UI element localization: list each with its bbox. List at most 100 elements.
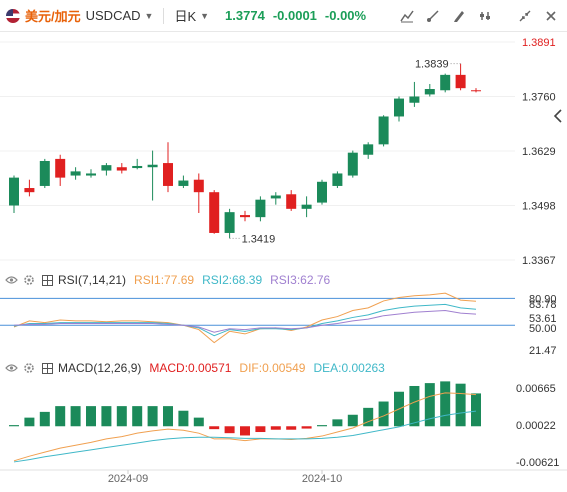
rsi1-line [13, 292, 477, 344]
candle-body [163, 163, 173, 186]
macd-chart[interactable]: 0.00665 0.00022 -0.00621 2024-09 2024-10 [0, 378, 567, 492]
close-icon[interactable] [541, 6, 561, 26]
candle-body [132, 165, 143, 169]
candle-body [317, 181, 327, 203]
period-dropdown-icon[interactable]: ▼ [200, 11, 209, 21]
rsi-title: RSI(7,14,21) [58, 273, 127, 287]
candle-body [347, 152, 358, 176]
candle-body [86, 173, 96, 176]
macd-histogram-bar [70, 406, 81, 427]
min-price-label: 1.3419 [242, 233, 276, 245]
indicator-box-icon[interactable] [40, 273, 54, 287]
macd-histogram-bar [270, 426, 281, 430]
candle-body [224, 212, 235, 233]
period-selector[interactable]: 日K [174, 6, 196, 25]
candle-body [178, 180, 189, 186]
price-axis-label: 1.3760 [522, 92, 556, 104]
rsi-axis-label: 83.78 [529, 299, 557, 311]
macd-histogram-bar [39, 411, 50, 427]
settings-gear-icon[interactable] [22, 273, 36, 287]
indicator-box-icon[interactable] [40, 361, 54, 375]
rsi-chart[interactable]: 80.9083.7853.6150.0021.47 [0, 290, 567, 356]
last-price: 1.3774 [225, 8, 265, 23]
candle-body [39, 160, 50, 186]
settings-icon[interactable] [475, 6, 495, 26]
candle-body [409, 96, 420, 103]
pen-icon[interactable] [449, 6, 469, 26]
macd-histogram-bar [193, 417, 204, 427]
macd-histogram-bar [347, 414, 358, 427]
candle-body [70, 171, 81, 176]
dif-value: DIF:0.00549 [239, 361, 306, 375]
macd-histogram-bar [455, 383, 466, 427]
eye-icon[interactable] [4, 273, 18, 287]
price-change: -0.0001 [272, 8, 317, 23]
us-flag-icon [6, 8, 20, 23]
divider [163, 7, 165, 24]
macd-histogram-bar [55, 406, 66, 427]
rsi-axis-label: 21.47 [529, 345, 557, 356]
price-change-pct: -0.00% [324, 8, 367, 23]
candle-body [455, 74, 466, 89]
macd-histogram-bar [24, 417, 35, 427]
candle-body [332, 173, 343, 186]
symbol-code[interactable]: USDCAD [86, 8, 141, 23]
candle-body [394, 98, 404, 117]
macd-histogram-bar [163, 406, 173, 427]
settings-gear-icon[interactable] [22, 361, 36, 375]
candle-body [9, 177, 19, 206]
draw-icon[interactable] [423, 6, 443, 26]
symbol-dropdown-icon[interactable]: ▼ [145, 11, 154, 21]
macd-histogram-bar [101, 406, 112, 427]
macd-histogram-bar [116, 406, 127, 427]
x-axis-label: 2024-10 [302, 473, 342, 485]
max-price-label: 1.3839 [415, 59, 449, 71]
macd-histogram-bar [147, 406, 158, 427]
panel-expand-icon[interactable] [552, 108, 566, 130]
candle-body [440, 74, 451, 91]
macd-histogram-bar [332, 419, 343, 427]
candle-body [424, 89, 435, 95]
price-axis-label: 1.3367 [522, 255, 556, 267]
candle-body [209, 192, 220, 233]
macd-title: MACD(12,26,9) [58, 361, 142, 375]
collapse-icon[interactable] [515, 6, 535, 26]
candle-body [147, 164, 158, 168]
candlestick-chart[interactable]: 1.3891 1.3760 1.3629 1.3498 1.3367 1.3839 1.3… [0, 32, 567, 268]
macd-axis-label: -0.00621 [516, 457, 559, 469]
symbol-name[interactable]: 美元/加元 [25, 6, 81, 25]
macd-histogram-bar [240, 426, 250, 436]
macd-axis-label: 0.00665 [516, 383, 556, 395]
eye-icon[interactable] [4, 361, 18, 375]
macd-histogram-bar [209, 426, 220, 430]
macd-histogram-bar [9, 425, 19, 427]
price-axis-label: 1.3629 [522, 146, 556, 158]
macd-histogram-bar [301, 426, 312, 429]
price-axis-label: 1.3498 [522, 201, 556, 213]
candle-body [193, 179, 204, 193]
rsi3-value: RSI3:62.76 [270, 273, 331, 287]
dea-line [13, 410, 477, 463]
macd-histogram-bar [440, 381, 451, 427]
macd-histogram-bar [286, 426, 297, 430]
macd-histogram-bar [132, 406, 143, 427]
macd-histogram-bar [409, 385, 420, 427]
candle-body [55, 158, 66, 178]
x-axis-label: 2024-09 [108, 473, 148, 485]
candle-body [270, 195, 281, 199]
rsi2-value: RSI2:68.39 [202, 273, 263, 287]
price-axis-label: 1.3891 [522, 37, 556, 49]
rsi1-value: RSI1:77.69 [134, 273, 195, 287]
rsi-header: RSI(7,14,21) RSI1:77.69 RSI2:68.39 RSI3:… [0, 270, 330, 290]
candle-body [255, 199, 266, 218]
macd-histogram-bar [255, 426, 266, 433]
dea-value: DEA:0.00263 [313, 361, 385, 375]
chart-type-icon[interactable] [397, 6, 417, 26]
macd-histogram-bar [86, 406, 96, 427]
rsi2-line [13, 303, 477, 337]
chart-header: 美元/加元 USDCAD ▼ 日K ▼ 1.3774 -0.0001 -0.00… [0, 0, 567, 32]
candle-body [101, 165, 112, 171]
rsi-axis-label: 50.00 [529, 323, 557, 335]
candle-body [286, 194, 297, 209]
candle-body [240, 215, 250, 218]
